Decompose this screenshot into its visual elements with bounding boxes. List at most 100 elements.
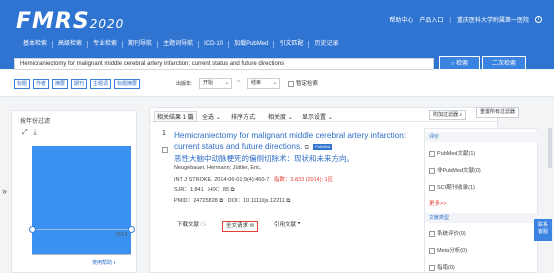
year-filter-title: 按年份过滤 [20,119,51,125]
panel-icons: ⤢ ⤓ [22,129,37,137]
nav-pubmed[interactable]: 加载PubMed [229,41,275,48]
checkbox-icon[interactable] [162,146,168,153]
filter-subject[interactable]: 主题词 [90,79,112,89]
sort-label: 排序方式: [231,115,257,121]
cite-button[interactable]: 引用文献 ❞ [271,221,304,232]
year-filter-panel: 按年份过滤 ⤢ ⤓ 2014 使用帮助 ◐ [11,110,137,273]
expand-icon[interactable]: ⤢ [22,129,28,136]
copy-icon[interactable]: ⧉ [305,145,309,151]
fulltext-label: 全文请求 [226,223,249,229]
nav-subject[interactable]: 主题词导航 [158,41,200,48]
article-journal-line: INT J STROKE. 2014-06-01;9(4):460-7 指数：3… [174,175,333,183]
filter-author[interactable]: 作者 [33,79,50,89]
filter-pubmed-label: PubMed文献(1) [437,151,476,157]
range-dash: ~ [237,79,241,85]
reset-filters-button[interactable]: 重置所有过滤器 [476,107,520,118]
logo-main: FMRS [16,9,90,34]
select-all-dropdown[interactable]: 全选 ⌄ [202,112,221,121]
impact-factor: 指数：3.833 (2014); 1区 [273,177,334,183]
article-title-zh[interactable]: 恶性大脑中动脉梗死的偏侧切除术：现状和未来方向。 [174,153,354,164]
help-link[interactable]: 使用帮助 ◐ [92,259,116,266]
filter-title[interactable]: 标题 [14,79,31,89]
help-center-link[interactable]: 帮助中心 [389,15,413,24]
sjr-value: SJR：1.841 [174,187,204,193]
display-settings-dropdown[interactable]: 显示设置 ⌄ [302,112,333,121]
slider-handle-start[interactable] [29,226,36,233]
institution-link[interactable]: 重庆医科大学附属第一医院 [457,15,529,24]
article-ids: PMID：24725828 ⧉ DOI：10.1111/ijs.12211 ⧉ [174,196,290,205]
quote-icon: ❞ [297,222,301,228]
search-icon: ⌕ [459,112,463,118]
search-button[interactable]: ○ 检索 [439,56,480,70]
chevron-down-icon: ⌄ [272,80,277,86]
filter-systematic-review-label: 系统评价(0) [437,231,466,237]
checkbox-icon[interactable] [429,167,435,174]
more-link[interactable]: 更多>> [429,199,446,207]
filter-guideline[interactable]: 指南(0) [429,263,455,271]
info-icon[interactable]: i [535,16,542,23]
main-nav: 基本检索 高级检索 专业检索 期刊导航 主题词导航 ICD-10 加载PubMe… [18,41,343,48]
filter-systematic-review[interactable]: 系统评价(0) [429,229,466,237]
customer-service-label: 联系 客服 [537,222,548,235]
checkbox-icon[interactable] [429,230,435,237]
section-evaluation: 评价 [425,132,539,142]
nav-icd10[interactable]: ICD-10 [199,41,230,48]
nav-citation-match[interactable]: 引文匹配 [274,41,310,48]
logo[interactable]: FMRS2020 [16,9,124,34]
download-icon[interactable]: ⤓ [33,129,36,136]
copy-icon[interactable]: ⧉ [286,198,290,204]
year-end-select[interactable]: 结束 ⌄ [247,78,280,89]
review-checkbox[interactable] [288,80,294,87]
filter-pubmed[interactable]: PubMed文献(1) [429,149,475,157]
filter-non-pubmed[interactable]: 非PubMed文献(0) [429,166,481,174]
article-title-link[interactable]: Hemicraniectomy for malignant middle cer… [174,130,414,154]
review-option[interactable]: 暂定检索 [288,79,318,87]
checkbox-icon[interactable] [429,264,435,271]
checkbox-icon[interactable] [429,247,435,254]
results-toolbar: 相关结果 1 篇 全选 ⌄ 排序方式: 相关度 ⌄ 显示设置 ⌄ 附加过滤器 ⌕ [150,108,499,122]
filter-abstract[interactable]: 摘要 [52,79,69,89]
filter-guideline-label: 指南(0) [437,265,455,271]
year-slider-track[interactable] [32,229,131,230]
copy-icon[interactable]: ⧉ [231,187,235,193]
copy-icon[interactable]: ⧉ [219,198,223,204]
filter-title-abstract[interactable]: 标题摘要 [114,79,141,89]
product-entry-link[interactable]: 产品入口 [419,15,443,24]
result-number: 1 [162,130,166,137]
nav-history[interactable]: 历史记录 [309,41,343,48]
filter-meta-analysis[interactable]: Meta分析(0) [429,246,467,254]
display-settings-label: 显示设置 [302,115,327,121]
customer-service-button[interactable]: 联系 客服 [534,219,552,241]
nav-journal[interactable]: 期刊导航 [123,41,159,48]
attach-filter-button[interactable]: 附加过滤器 ⌕ [429,110,467,120]
chevron-down-icon: ⌄ [287,115,293,121]
cite-label: 引用文献 [274,222,297,228]
article-authors[interactable]: Neugebauer, Hermann; Jüttler, Eric. [174,165,261,171]
nav-advanced-search[interactable]: 高级检索 [53,41,89,48]
download-button[interactable]: 下载文献 ☁ [174,221,209,232]
second-search-button[interactable]: 二次检索 [482,56,526,70]
filter-sci[interactable]: SCI期刊收录(1) [429,183,475,191]
logo-year: 2020 [89,17,125,31]
article-journal[interactable]: INT J STROKE. 2014-06-01;9(4):460-7 [174,177,269,183]
year-start-value: 开始 [203,80,214,86]
result-checkbox[interactable] [162,141,170,159]
slider-handle-end[interactable] [128,226,135,233]
search-button-label: 检索 [456,61,469,67]
nav-professional-search[interactable]: 专业检索 [88,41,124,48]
fulltext-request-button[interactable]: 全文请求 ✉ [222,221,259,232]
x-axis [32,254,131,255]
sort-value: 相关度 [268,115,287,121]
search-input[interactable]: Hemicraniectomy for malignant middle cer… [14,58,434,70]
checkbox-icon[interactable] [429,150,435,157]
checkbox-icon[interactable] [429,184,435,191]
scrollbar[interactable] [548,128,552,168]
sort-dropdown[interactable]: 相关度 ⌄ [268,112,293,121]
nav-basic-search[interactable]: 基本检索 [18,41,54,48]
filter-sci-label: SCI期刊收录(1) [437,185,475,191]
divider: | [449,16,451,23]
hix-value: HIX：85 [208,187,230,193]
filter-journal[interactable]: 期刊 [71,79,88,89]
expand-arrow-icon[interactable]: » [2,186,7,196]
year-start-select[interactable]: 开始 ⌄ [199,78,232,89]
